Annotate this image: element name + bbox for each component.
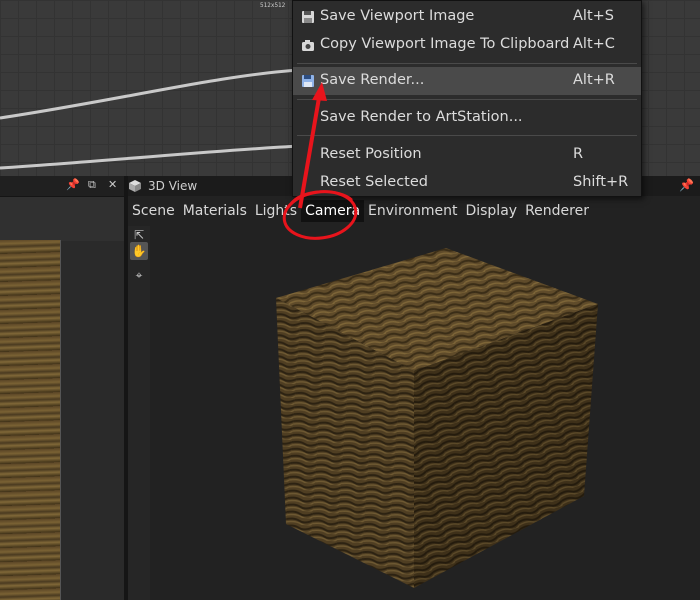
menu-item-label: Reset Position [320,146,422,162]
2d-view-toolbar [0,197,124,241]
menu-separator [297,135,637,136]
save-icon [302,11,314,23]
graph-wire-2 [0,144,301,170]
menu-environment[interactable]: Environment [364,200,461,222]
menu-item-shortcut: Alt+R [573,72,615,88]
camera-icon [302,40,314,51]
menu-camera[interactable]: Camera [301,200,365,222]
menu-item-save-render-artstation[interactable]: Save Render to ArtStation... [293,104,641,132]
2d-texture-preview[interactable] [0,240,61,600]
menu-item-label: Copy Viewport Image To Clipboard [320,36,570,52]
menu-renderer[interactable]: Renderer [521,200,593,222]
graph-resolution-label: 512x512 [260,2,286,9]
menu-item-shortcut: Alt+C [573,36,615,52]
eyedropper-icon[interactable]: ⌖ [130,266,148,284]
3d-view-panel: 3D View 📌 Scene Materials Lights Camera … [128,176,700,600]
menu-separator [297,99,637,100]
3d-view-title: 3D View [148,179,198,193]
menu-item-label: Reset Selected [320,174,428,190]
pin-icon[interactable]: 📌 [66,178,80,191]
menu-item-shortcut: R [573,146,584,162]
undock-icon[interactable]: ⧉ [88,178,96,192]
2d-view-header: 📌 ⧉ ✕ [0,176,124,197]
menu-scene[interactable]: Scene [128,200,179,222]
menu-item-label: Save Render to ArtStation... [320,109,523,125]
menu-item-save-render[interactable]: Save Render... Alt+R [293,67,641,95]
save-icon [302,75,314,87]
menu-display[interactable]: Display [461,200,521,222]
menu-item-copy-viewport-image[interactable]: Copy Viewport Image To Clipboard Alt+C [293,31,641,59]
3d-view-menubar: Scene Materials Lights Camera Environmen… [128,200,593,222]
menu-item-shortcut: Alt+S [573,8,614,24]
close-icon[interactable]: ✕ [108,178,117,191]
2d-view-panel: 📌 ⧉ ✕ [0,176,124,600]
menu-materials[interactable]: Materials [179,200,251,222]
pin-icon[interactable]: 📌 [679,178,694,192]
hand-tool-icon[interactable]: ✋ [130,242,148,260]
menu-item-reset-position[interactable]: Reset Position R [293,141,641,169]
3d-view-toolbar: ⇱ ✋ ⌖ [128,226,150,600]
camera-dropdown-menu: Save Viewport Image Alt+S Copy Viewport … [292,0,642,197]
menu-lights[interactable]: Lights [251,200,301,222]
menu-item-label: Save Viewport Image [320,8,475,24]
menu-item-label: Save Render... [320,72,425,88]
cube-icon [129,180,141,192]
menu-item-save-viewport-image[interactable]: Save Viewport Image Alt+S [293,3,641,31]
menu-separator [297,63,637,64]
3d-viewport[interactable] [128,176,700,600]
menu-item-shortcut: Shift+R [573,174,629,190]
menu-item-reset-selected[interactable]: Reset Selected Shift+R [293,169,641,197]
graph-wire-1 [0,68,301,120]
